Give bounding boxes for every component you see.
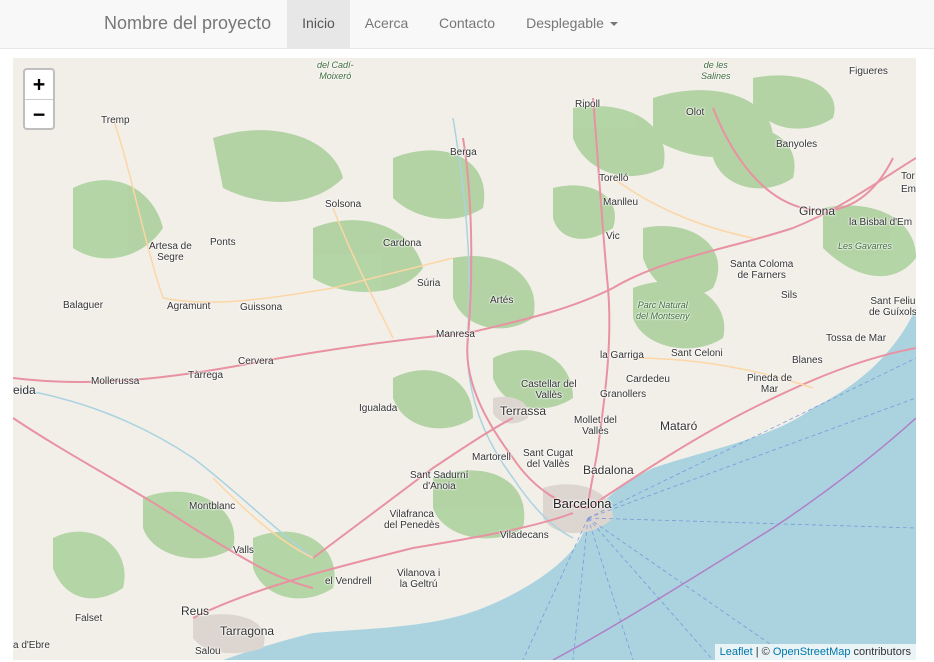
leaflet-link[interactable]: Leaflet [720,646,753,658]
place-viladecans: Viladecans [500,530,549,541]
place-figueres: Figueres [849,66,888,77]
place-manlleu: Manlleu [603,197,639,208]
place-el-vendrell: el Vendrell [325,576,372,587]
place-tremp: Tremp [101,115,130,126]
place-sils: Sils [781,290,798,301]
place-cardona: Cardona [383,238,422,249]
place-vilanova: Vilanova i la Geltrú [397,568,441,590]
navbar-brand[interactable]: Nombre del proyecto [104,0,271,48]
place-les-gavarres: Les Gavarres [838,241,893,251]
map-container[interactable]: del Cadí- Moixeró de les Salines Figuere… [13,58,916,660]
place-manresa: Manresa [436,329,475,340]
zoom-in-button[interactable]: + [25,70,53,100]
zoom-control: + − [23,68,55,130]
place-berga: Berga [450,147,477,158]
place-guissona: Guissona [240,302,283,313]
place-ripoll: Ripoll [575,99,601,110]
place-banyoles: Banyoles [776,139,818,150]
place-mollerussa: Mollerussa [91,376,140,387]
place-blanes: Blanes [792,355,823,366]
place-agramunt: Agramunt [167,301,211,312]
place-igualada: Igualada [359,403,398,414]
nav-item-inicio[interactable]: Inicio [287,0,350,48]
openstreetmap-link[interactable]: OpenStreetMap [773,646,851,658]
attribution-separator: | © [752,646,773,658]
place-sant-cugat: Sant Cugat del Vallès [523,448,574,470]
place-tor: Tor [901,171,915,182]
place-sant-feliu: Sant Feliu de Guíxols [869,296,916,318]
place-girona: Girona [799,204,836,218]
place-valls: Valls [233,545,254,556]
place-artes: Artés [490,295,514,306]
place-santa-coloma: Santa Coloma de Farners [730,259,794,281]
place-solsona: Solsona [325,199,362,210]
place-em: Em [901,184,916,195]
place-granollers: Granollers [600,389,647,400]
place-salou: Salou [195,646,221,657]
place-badalona: Badalona [583,463,634,477]
place-artesa-de-segre: Artesa de Segre [149,241,192,263]
zoom-out-button[interactable]: − [25,100,53,129]
place-tossa-de-mar: Tossa de Mar [826,333,887,344]
place-ponts: Ponts [210,237,236,248]
place-parc-montseny: Parc Natural del Montseny [636,300,690,321]
place-sant-celoni: Sant Celoni [671,348,723,359]
place-sant-sadurni: Sant Sadurní d'Anoia [410,470,469,492]
place-montblanc: Montblanc [189,501,236,512]
nav-item-desplegable-label: Desplegable [526,15,604,31]
place-cervera: Cervera [238,356,274,367]
nav-item-desplegable[interactable]: Desplegable [511,0,633,48]
place-reus: Reus [181,604,210,618]
place-lleida: eida [13,383,36,397]
place-barcelona: Barcelona [553,496,612,511]
map-attribution: Leaflet | © OpenStreetMap contributors [714,644,916,660]
place-olot: Olot [686,107,705,118]
place-balaguer: Balaguer [63,300,104,311]
place-suria: Súria [417,278,441,289]
place-ebre: a d'Ebre [13,640,50,651]
place-castellar-del-valles: Castellar del Vallès [521,379,577,401]
caret-down-icon [609,22,618,27]
place-terrassa: Terrassa [500,404,547,418]
place-salines: de les Salines [701,60,731,81]
place-vilafranca: Vilafranca del Penedès [384,509,440,531]
place-la-garriga: la Garriga [600,350,644,361]
attribution-suffix: contributors [850,646,911,658]
place-martorell: Martorell [472,452,511,463]
place-torello: Torelló [599,173,629,184]
place-la-bisbal: la Bisbal d'Em [849,217,913,228]
place-falset: Falset [75,613,103,624]
place-cadi-moixero: del Cadí- Moixeró [317,60,354,81]
place-mataro: Mataró [660,419,698,433]
nav-item-acerca[interactable]: Acerca [350,0,423,48]
place-mollet-del-valles: Mollet del Vallès [574,415,617,437]
place-tarrega: Tàrrega [188,370,224,381]
navbar: Nombre del proyecto Inicio Acerca Contac… [0,0,934,49]
place-pineda-de-mar: Pineda de Mar [747,373,793,395]
nav-item-contacto[interactable]: Contacto [423,0,511,48]
place-vic: Vic [606,231,620,242]
place-cardedeu: Cardedeu [626,374,670,385]
place-tarragona: Tarragona [220,624,275,638]
